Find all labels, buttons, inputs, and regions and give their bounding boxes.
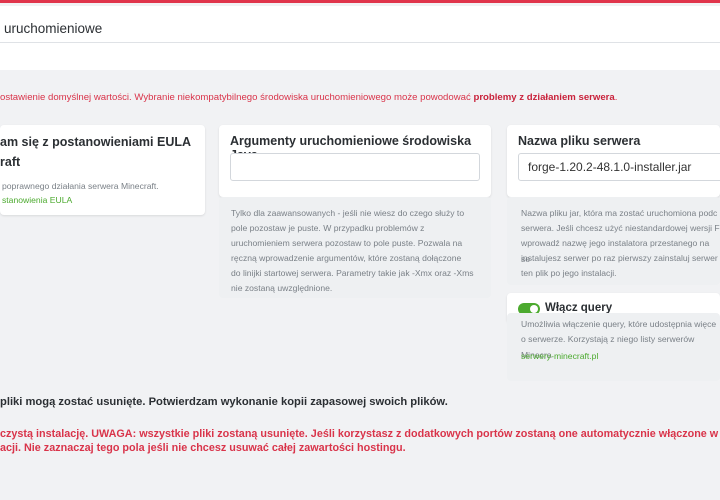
warning-text: ostawienie domyślnej wartości. Wybranie … (0, 92, 474, 103)
server-file-card: Nazwa pliku serwera (507, 125, 720, 197)
java-args-desc-line: pole pozostaw je puste. W przypadku prob… (231, 223, 425, 233)
java-args-desc-line: do linijki startowej serwera. Parametry … (231, 268, 474, 278)
eula-link[interactable]: stanowienia EULA (2, 195, 72, 205)
toggle-knob (530, 305, 538, 313)
java-args-desc-line: ręczną wprowadzenie argumentów, które zo… (231, 253, 462, 263)
environment-warning: ostawienie domyślnej wartości. Wybranie … (0, 92, 617, 103)
backup-confirmation-label[interactable]: pliki mogą zostać usunięte. Potwierdzam … (0, 396, 448, 408)
environment-select-panel: uruchomieniowe (0, 6, 720, 70)
java-args-help: Tylko dla zaawansowanych - jeśli nie wie… (219, 197, 491, 298)
query-help: Umożliwia włączenie query, które udostęp… (507, 313, 720, 381)
java-args-input[interactable] (230, 153, 480, 181)
eula-card: am się z postanowieniami EULA raft popra… (0, 125, 205, 215)
server-file-desc-line: ten plik po jego instalacji. (521, 268, 617, 278)
java-args-desc-line: uruchomieniem serwera pozostaw to pole p… (231, 238, 463, 248)
environment-select[interactable]: uruchomieniowe (4, 21, 102, 36)
server-file-title: Nazwa pliku serwera (518, 134, 641, 148)
eula-title-line1[interactable]: am się z postanowieniami EULA (0, 135, 191, 149)
query-link[interactable]: serwery-minecraft.pl (521, 351, 598, 361)
server-file-input[interactable] (518, 153, 720, 181)
clean-install-warning-line2: acji. Nie zaznaczaj tego pola jeśli nie … (0, 442, 406, 454)
server-file-help: Nazwa pliku jar, która ma zostać uruchom… (507, 197, 720, 285)
select-divider (0, 42, 720, 43)
server-file-desc-line: serwera. Jeśli chcesz użyć niestandardow… (521, 223, 720, 233)
java-args-card: Argumenty uruchomieniowe środowiska Java (219, 125, 491, 197)
eula-title-line2: raft (0, 155, 21, 169)
clean-install-warning-line1[interactable]: czystą instalację. UWAGA: wszystkie plik… (0, 428, 720, 440)
eula-description: poprawnego działania serwera Minecraft. (2, 181, 159, 191)
server-file-desc-line: Nazwa pliku jar, która ma zostać uruchom… (521, 208, 718, 218)
warning-end: . (614, 92, 618, 103)
server-file-desc-line: instalujesz serwer po raz pierwszy zains… (521, 253, 718, 263)
warning-highlight: problemy z działaniem serwera (473, 92, 615, 103)
query-desc-line: Umożliwia włączenie query, które udostęp… (521, 319, 717, 329)
top-accent-bar (0, 0, 720, 3)
java-args-desc-line: nie zostaną uwzględnione. (231, 283, 333, 293)
java-args-desc-line: Tylko dla zaawansowanych - jeśli nie wie… (231, 208, 465, 218)
